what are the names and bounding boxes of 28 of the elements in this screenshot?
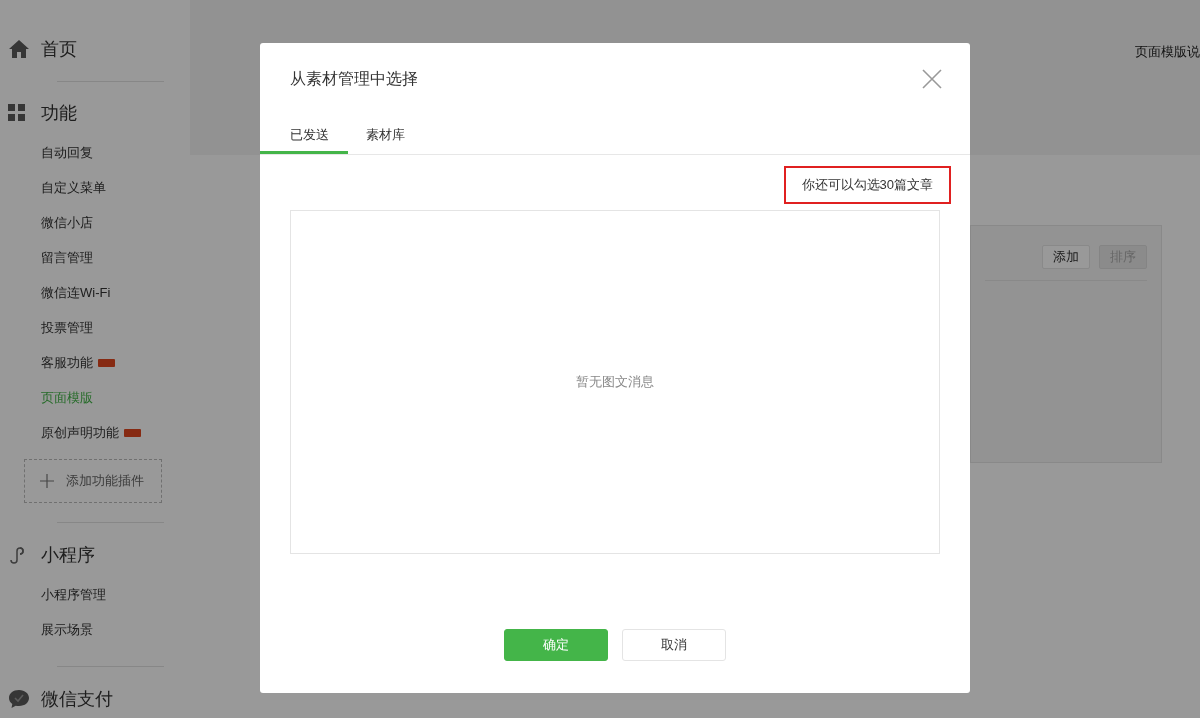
section-title[interactable]: 微信支付 xyxy=(41,685,113,713)
dialog-title: 从素材管理中选择 xyxy=(290,69,418,89)
menu-item[interactable]: 留言管理 xyxy=(41,247,93,268)
menu-item[interactable]: 自定义菜单 xyxy=(41,177,106,198)
menu-item[interactable]: 自动回复 xyxy=(41,142,93,163)
page-button[interactable]: 添加 xyxy=(1042,245,1090,269)
chat-icon xyxy=(8,689,30,709)
section-title[interactable]: 首页 xyxy=(41,35,77,63)
add-plugin-button[interactable]: 添加功能插件 xyxy=(24,459,162,503)
menu-item[interactable]: 小程序管理 xyxy=(41,584,106,605)
tab[interactable]: 素材库 xyxy=(348,115,426,154)
menu-item[interactable]: 微信小店 xyxy=(41,212,93,233)
tab[interactable]: 已发送 xyxy=(260,115,348,154)
grid-icon xyxy=(8,104,26,122)
notice-text: 你还可以勾选30篇文章 xyxy=(783,166,951,204)
menu-item[interactable]: 客服功能 xyxy=(41,352,93,373)
cancel-button[interactable]: 取消 xyxy=(622,628,726,661)
close-icon[interactable] xyxy=(922,69,942,89)
home-icon xyxy=(8,39,30,59)
help-link[interactable]: 页面模版说 xyxy=(1135,42,1200,62)
plus-icon xyxy=(40,474,54,488)
empty-message: 暂无图文消息 xyxy=(576,372,654,391)
menu-item[interactable]: 原创声明功能 xyxy=(41,422,119,443)
menu-item[interactable]: 微信连Wi-Fi xyxy=(41,282,111,303)
menu-item[interactable]: 投票管理 xyxy=(41,317,93,338)
menu-item[interactable]: 展示场景 xyxy=(41,619,93,640)
section-title[interactable]: 功能 xyxy=(41,99,77,127)
section-title[interactable]: 小程序 xyxy=(41,541,95,569)
